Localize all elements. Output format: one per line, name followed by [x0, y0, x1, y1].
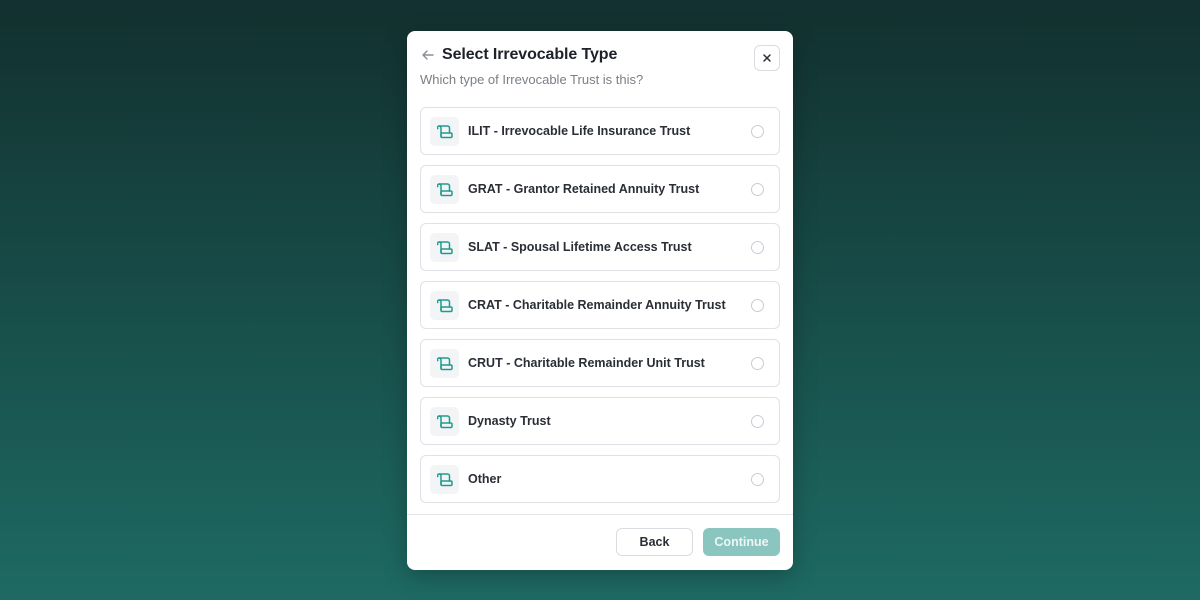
trust-option-label: SLAT - Spousal Lifetime Access Trust — [468, 240, 692, 254]
arrow-left-icon[interactable] — [420, 47, 436, 63]
radio-button[interactable] — [751, 357, 764, 370]
trust-option[interactable]: CRAT - Charitable Remainder Annuity Trus… — [420, 281, 780, 329]
radio-button[interactable] — [751, 183, 764, 196]
radio-button[interactable] — [751, 415, 764, 428]
select-irrevocable-type-dialog: Select Irrevocable Type Which type of Ir… — [407, 31, 793, 570]
close-button[interactable] — [754, 45, 780, 71]
radio-button[interactable] — [751, 125, 764, 138]
dialog-title: Select Irrevocable Type — [442, 46, 618, 63]
close-icon — [762, 51, 772, 66]
trust-option-label: CRAT - Charitable Remainder Annuity Trus… — [468, 298, 726, 312]
trust-option-label: ILIT - Irrevocable Life Insurance Trust — [468, 124, 691, 138]
trust-type-options: ILIT - Irrevocable Life Insurance Trust … — [420, 107, 780, 513]
radio-button[interactable] — [751, 299, 764, 312]
trust-option[interactable]: ILIT - Irrevocable Life Insurance Trust — [420, 107, 780, 155]
scroll-icon — [430, 291, 459, 320]
back-button[interactable]: Back — [616, 528, 693, 556]
radio-button[interactable] — [751, 241, 764, 254]
radio-button[interactable] — [751, 473, 764, 486]
scroll-icon — [430, 233, 459, 262]
trust-option[interactable]: Dynasty Trust — [420, 397, 780, 445]
trust-option-label: Dynasty Trust — [468, 414, 551, 428]
scroll-icon — [430, 117, 459, 146]
trust-option[interactable]: SLAT - Spousal Lifetime Access Trust — [420, 223, 780, 271]
trust-option[interactable]: CRUT - Charitable Remainder Unit Trust — [420, 339, 780, 387]
trust-option[interactable]: Other — [420, 455, 780, 503]
trust-option-label: GRAT - Grantor Retained Annuity Trust — [468, 182, 700, 196]
scroll-icon — [430, 465, 459, 494]
scroll-icon — [430, 407, 459, 436]
scroll-icon — [430, 349, 459, 378]
continue-button[interactable]: Continue — [703, 528, 780, 556]
dialog-header: Select Irrevocable Type Which type of Ir… — [420, 45, 780, 109]
scroll-icon — [430, 175, 459, 204]
trust-option[interactable]: GRAT - Grantor Retained Annuity Trust — [420, 165, 780, 213]
dialog-subtitle: Which type of Irrevocable Trust is this? — [420, 72, 644, 87]
footer-divider — [407, 514, 793, 515]
trust-option-label: CRUT - Charitable Remainder Unit Trust — [468, 356, 705, 370]
trust-option-label: Other — [468, 472, 502, 486]
